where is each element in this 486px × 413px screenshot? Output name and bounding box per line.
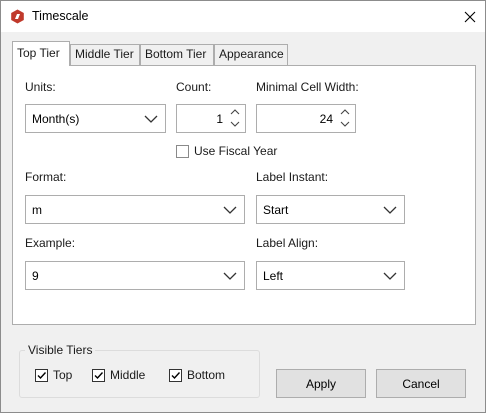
middle-tier-label: Middle [110, 368, 146, 382]
min-cell-width-value: 24 [319, 112, 333, 126]
tab-bottom-tier[interactable]: Bottom Tier [140, 44, 214, 65]
top-tier-label: Top [53, 368, 73, 382]
spin-arrows-icon[interactable] [228, 106, 242, 131]
format-value: m [32, 203, 42, 217]
cancel-button[interactable]: Cancel [376, 369, 466, 398]
tab-label: Top Tier [17, 46, 60, 60]
checkmark-icon [171, 372, 181, 380]
tab-top-tier[interactable]: Top Tier [12, 41, 70, 66]
label-align-label: Label Align: [256, 236, 319, 250]
title-bar: Timescale [1, 1, 485, 32]
bottom-tier-checkbox[interactable] [169, 369, 182, 382]
example-select[interactable]: 9 [25, 261, 245, 290]
cancel-button-label: Cancel [402, 376, 440, 391]
count-label: Count: [176, 80, 212, 94]
project-app-icon [11, 9, 24, 24]
chevron-down-icon [223, 272, 237, 280]
format-label: Format: [25, 170, 67, 184]
bottom-tier-label: Bottom [187, 368, 226, 382]
tab-middle-tier[interactable]: Middle Tier [70, 44, 140, 65]
close-icon [464, 11, 475, 22]
format-select[interactable]: m [25, 195, 245, 224]
window-title: Timescale [32, 9, 89, 23]
label-align-select[interactable]: Left [256, 261, 405, 290]
label-instant-select[interactable]: Start [256, 195, 405, 224]
label-instant-label: Label Instant: [256, 170, 329, 184]
min-cell-width-stepper[interactable]: 24 [256, 104, 356, 133]
tab-label: Appearance [219, 47, 284, 61]
example-value: 9 [32, 269, 39, 283]
close-button[interactable] [453, 1, 486, 32]
top-tier-panel: Units: Month(s) Count: 1 Minimal Cell Wi… [12, 65, 476, 325]
units-label: Units: [25, 80, 56, 94]
visible-tiers-title: Visible Tiers [25, 343, 96, 357]
spin-arrows-icon[interactable] [338, 106, 352, 131]
count-value: 1 [216, 112, 223, 126]
tab-label: Bottom Tier [145, 47, 207, 61]
units-value: Month(s) [32, 112, 80, 126]
apply-button-label: Apply [305, 376, 337, 391]
use-fiscal-year-checkbox[interactable] [176, 145, 189, 158]
label-instant-value: Start [263, 203, 289, 217]
chevron-down-icon [383, 206, 397, 214]
checkmark-icon [37, 372, 47, 380]
example-label: Example: [25, 236, 76, 250]
checkmark-icon [94, 372, 104, 380]
tab-label: Middle Tier [75, 47, 134, 61]
middle-tier-checkbox[interactable] [92, 369, 105, 382]
chevron-down-icon [383, 272, 397, 280]
apply-button[interactable]: Apply [276, 369, 366, 398]
chevron-down-icon [144, 115, 158, 123]
min-cell-width-label: Minimal Cell Width: [256, 80, 359, 94]
use-fiscal-year-label: Use Fiscal Year [194, 144, 278, 158]
units-select[interactable]: Month(s) [25, 104, 166, 133]
top-tier-checkbox[interactable] [35, 369, 48, 382]
chevron-down-icon [223, 206, 237, 214]
count-stepper[interactable]: 1 [176, 104, 246, 133]
label-align-value: Left [263, 269, 284, 283]
timescale-dialog: Timescale Top Tier Middle Tier Bottom Ti… [0, 0, 486, 413]
tab-appearance[interactable]: Appearance [214, 44, 288, 65]
